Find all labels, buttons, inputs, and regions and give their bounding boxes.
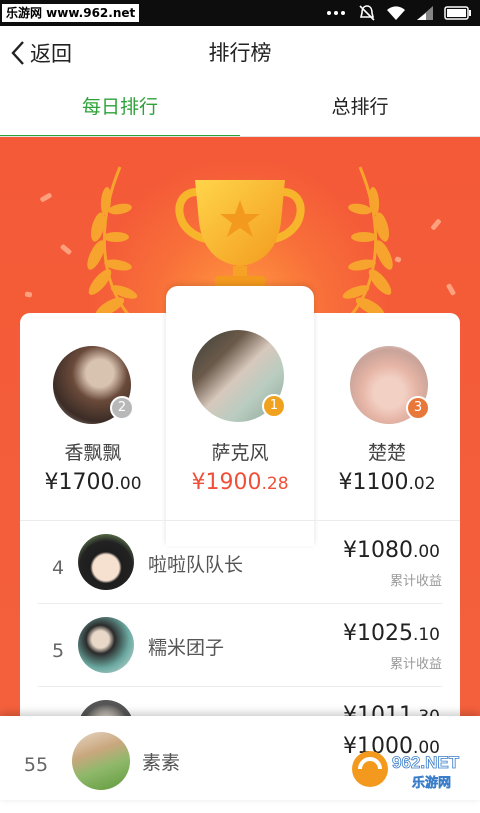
- wifi-icon: [387, 6, 405, 20]
- podium-amount: ¥1900.28: [166, 470, 314, 495]
- rank-badge: 2: [110, 396, 134, 420]
- amount-integer: 1080: [356, 538, 413, 563]
- confetti: [59, 243, 73, 256]
- laurel-left-icon: [87, 166, 138, 324]
- watermark-logo: 962.NET 乐游网: [352, 751, 460, 791]
- podium-amount: ¥1700.00: [20, 470, 166, 495]
- row-rank: 5: [51, 640, 65, 662]
- divider: [38, 603, 442, 604]
- signal-icon: [417, 6, 433, 20]
- watermark-logo-text: 962.NET: [392, 753, 460, 772]
- avatar[interactable]: [72, 732, 130, 790]
- podium-name: 萨克风: [211, 442, 269, 464]
- page-title: 排行榜: [208, 41, 272, 65]
- currency-symbol: ¥: [342, 538, 357, 563]
- amount-integer: 1700: [58, 470, 115, 495]
- nav-bar: 返回 排行榜: [0, 26, 480, 80]
- battery-icon: [444, 6, 471, 20]
- row-sub-label: 累计收益: [389, 574, 442, 589]
- currency-symbol: ¥: [191, 470, 206, 495]
- tab-total[interactable]: 总排行: [240, 80, 480, 136]
- amount-decimal: .00: [114, 474, 142, 494]
- laurel-right-icon: [342, 166, 393, 324]
- amount-decimal: .10: [412, 625, 440, 645]
- podium-amount: ¥1100.02: [314, 470, 460, 495]
- currency-symbol: ¥: [342, 621, 357, 646]
- my-rank-name: 素素: [142, 752, 181, 774]
- confetti: [430, 218, 442, 231]
- tab-bar: 每日排行 总排行: [0, 80, 480, 138]
- row-amount: ¥1025.10: [300, 621, 440, 646]
- podium-name: 楚楚: [367, 442, 406, 464]
- status-bar: 乐游网 www.962.net: [0, 0, 480, 26]
- my-rank-number: 55: [23, 754, 49, 776]
- row-name: 糯米团子: [148, 637, 225, 659]
- amount-decimal: .28: [261, 474, 289, 494]
- row-rank: 4: [51, 557, 65, 579]
- confetti: [39, 192, 53, 203]
- currency-symbol: ¥: [338, 470, 353, 495]
- row-name: 啦啦队队长: [148, 554, 244, 576]
- confetti: [445, 283, 457, 296]
- divider: [20, 520, 460, 521]
- avatar[interactable]: [78, 617, 134, 673]
- watermark-logo-sub: 乐游网: [412, 775, 451, 791]
- rank-badge: 1: [262, 394, 286, 418]
- signal-dots-icon: [327, 11, 345, 15]
- amount-integer: 1900: [205, 470, 262, 495]
- watermark-label: 乐游网 www.962.net: [2, 4, 140, 22]
- avatar[interactable]: [78, 534, 134, 590]
- tab-daily[interactable]: 每日排行: [0, 80, 240, 138]
- back-button[interactable]: 返回: [10, 26, 72, 80]
- divider: [38, 686, 442, 687]
- row-amount: ¥1080.00: [300, 538, 440, 563]
- rank-badge: 3: [406, 396, 430, 420]
- amount-integer: 1100: [352, 470, 409, 495]
- chevron-left-icon: [11, 41, 24, 65]
- back-label: 返回: [30, 42, 72, 66]
- trophy-icon: [175, 180, 305, 290]
- amount-decimal: .00: [412, 542, 440, 562]
- podium-name: 香飘飘: [64, 442, 122, 464]
- amount-decimal: .02: [408, 474, 436, 494]
- amount-integer: 1025: [356, 621, 413, 646]
- confetti: [24, 291, 33, 298]
- currency-symbol: ¥: [44, 470, 59, 495]
- bell-mute-icon: [359, 5, 375, 21]
- status-icons: [326, 4, 472, 22]
- row-sub-label: 累计收益: [389, 657, 442, 672]
